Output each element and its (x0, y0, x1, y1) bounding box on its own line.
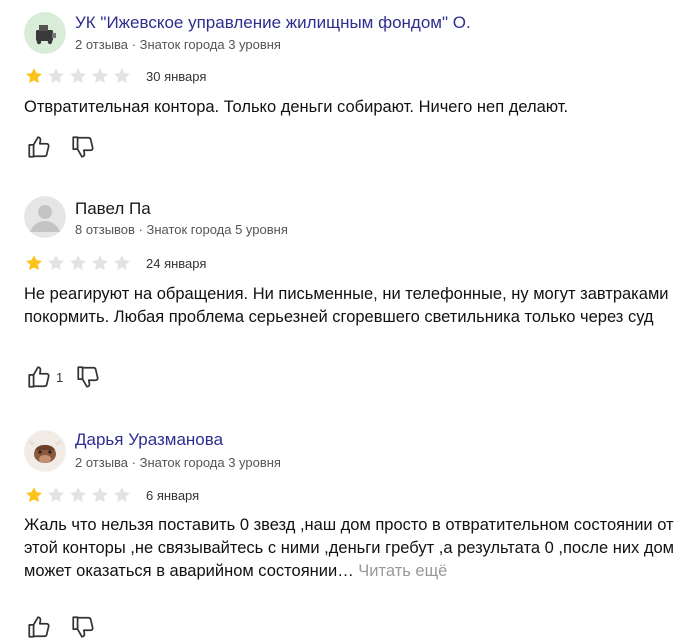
star-empty-icon (68, 485, 88, 505)
thumb-up-icon (26, 614, 52, 640)
author-name[interactable]: Дарья Уразманова (75, 430, 223, 450)
star-filled-icon (24, 485, 44, 505)
author-meta: 2 отзыва · Знаток города 3 уровня (75, 455, 281, 470)
dislike-button[interactable] (68, 612, 98, 642)
review-text: Жаль что нельзя поставить 0 звезд ,наш д… (24, 514, 684, 583)
like-button[interactable] (24, 612, 54, 642)
star-empty-icon (46, 485, 66, 505)
review-date: 6 января (146, 488, 200, 503)
star-empty-icon (112, 485, 132, 505)
read-more-link[interactable]: Читать ещё (358, 562, 447, 580)
avatar[interactable] (24, 430, 66, 472)
review-card: Дарья Уразманова 2 отзыва · Знаток город… (0, 0, 700, 627)
thumb-down-icon (70, 614, 96, 640)
reactions-bar (24, 612, 98, 642)
star-empty-icon (90, 485, 110, 505)
rating-stars (24, 485, 132, 505)
review-text-body: Жаль что нельзя поставить 0 звезд ,наш д… (24, 516, 675, 580)
bull-avatar-icon (24, 430, 66, 472)
